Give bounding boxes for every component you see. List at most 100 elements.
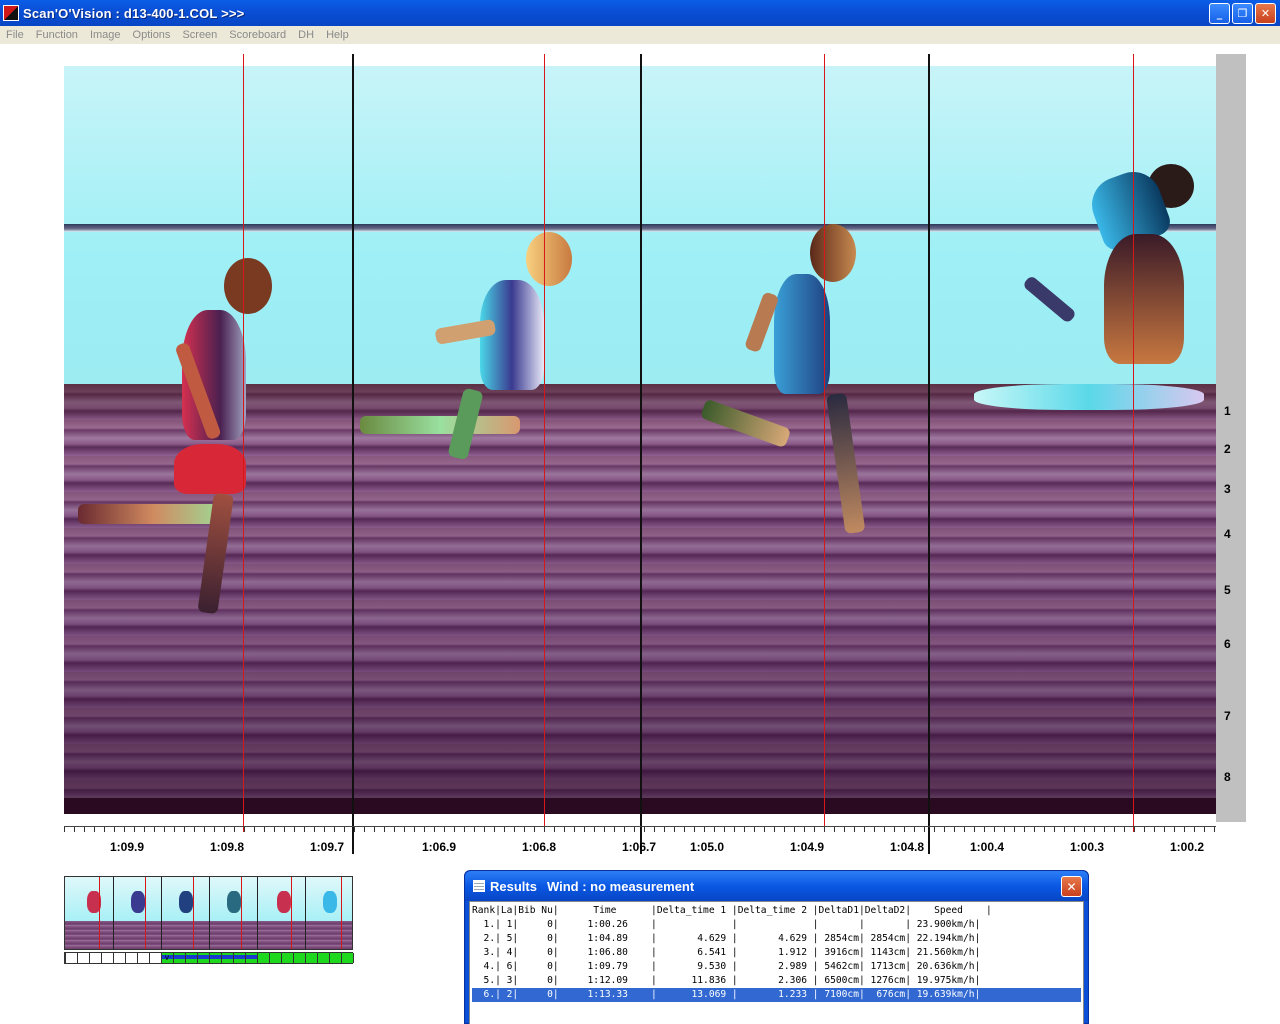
table-row[interactable]: 5.| 3| 0| 1:12.09 | 11.836 | 2.306 | 650…: [472, 974, 1081, 988]
scale-tick: [634, 827, 635, 832]
scale-tick: [1034, 827, 1035, 832]
results-header-row: Rank|La|Bib Nu| Time |Delta_time 1 |Delt…: [472, 905, 992, 916]
thumbnail-overview[interactable]: [64, 876, 353, 950]
scale-tick: [834, 827, 835, 832]
scale-tick: [204, 827, 205, 832]
minimize-button[interactable]: _: [1209, 3, 1230, 24]
scale-tick: [794, 827, 795, 832]
window-controls: _ ❐ ✕: [1209, 3, 1276, 24]
scale-tick: [714, 827, 715, 832]
scale-tick: [234, 827, 235, 832]
app-icon[interactable]: [3, 5, 19, 21]
scale-tick: [884, 827, 885, 832]
scale-tick: [1194, 827, 1195, 832]
thumbnail-tick: [65, 953, 66, 963]
segment-divider: [928, 54, 930, 854]
scale-tick: [464, 827, 465, 832]
thumbnail-tick: [341, 953, 342, 963]
scale-tick: [894, 827, 895, 832]
table-row[interactable]: 3.| 4| 0| 1:06.80 | 6.541 | 1.912 | 3916…: [472, 946, 1081, 960]
results-table[interactable]: Rank|La|Bib Nu| Time |Delta_time 1 |Delt…: [469, 901, 1084, 1024]
scale-tick: [274, 827, 275, 832]
results-title-bar[interactable]: Results Wind : no measurement ✕: [465, 871, 1088, 901]
scale-tick: [264, 827, 265, 832]
menu-scoreboard[interactable]: Scoreboard: [223, 29, 292, 41]
scale-tick: [544, 827, 545, 832]
lane-label: 4: [1224, 527, 1231, 541]
scale-tick: [914, 827, 915, 832]
thumbnail-divider: [161, 877, 162, 949]
scale-tick: [624, 827, 625, 832]
scale-tick: [394, 827, 395, 832]
close-button[interactable]: ✕: [1255, 3, 1276, 24]
time-label: 1:06.9: [421, 840, 457, 854]
scale-tick: [904, 827, 905, 832]
scale-tick: [314, 827, 315, 832]
scale-tick: [1094, 827, 1095, 832]
scale-tick: [944, 827, 945, 832]
scale-tick: [1064, 827, 1065, 832]
finish-cursor-line[interactable]: [243, 54, 244, 832]
time-label: 1:09.8: [209, 840, 245, 854]
thumbnail-tick: [161, 953, 162, 963]
scale-tick: [754, 827, 755, 832]
scale-tick: [354, 827, 355, 832]
time-scale[interactable]: [64, 826, 1216, 832]
menu-file[interactable]: File: [0, 29, 30, 41]
table-row-selected[interactable]: 6.| 2| 0| 1:13.33 | 13.069 | 1.233 | 710…: [472, 988, 1081, 1002]
time-label: 1:06.7: [621, 840, 657, 854]
lane-label: 1: [1224, 404, 1231, 418]
time-label: 1:05.0: [689, 840, 725, 854]
results-window[interactable]: Results Wind : no measurement ✕ Rank|La|…: [464, 870, 1089, 1024]
time-label: 1:00.3: [1069, 840, 1105, 854]
table-row[interactable]: 2.| 5| 0| 1:04.89 | 4.629 | 4.629 | 2854…: [472, 932, 1081, 946]
time-label: 1:04.8: [889, 840, 925, 854]
thumbnail-tick: [353, 953, 354, 963]
scale-tick: [574, 827, 575, 832]
thumbnail-runner: [227, 891, 241, 913]
menu-function[interactable]: Function: [30, 29, 84, 41]
thumbnail-tick: [269, 953, 270, 963]
menu-screen[interactable]: Screen: [176, 29, 223, 41]
finish-cursor-line[interactable]: [1133, 54, 1134, 832]
scale-tick: [254, 827, 255, 832]
lane-scrollbar[interactable]: [1216, 54, 1246, 822]
scale-tick: [84, 827, 85, 832]
scale-tick: [1184, 827, 1185, 832]
finish-cursor-line[interactable]: [544, 54, 545, 832]
scale-tick: [764, 827, 765, 832]
thumbnail-cursor: [193, 877, 194, 949]
scale-tick: [224, 827, 225, 832]
restore-button[interactable]: ❐: [1232, 3, 1253, 24]
scale-tick: [484, 827, 485, 832]
scale-tick: [94, 827, 95, 832]
menu-options[interactable]: Options: [127, 29, 177, 41]
title-bar: Scan'O'Vision : d13-400-1.COL >>> _ ❐ ✕: [0, 0, 1280, 26]
window-title: Scan'O'Vision : d13-400-1.COL >>>: [23, 5, 245, 21]
scale-tick: [1054, 827, 1055, 832]
menu-dh[interactable]: DH: [292, 29, 320, 41]
table-row[interactable]: 1.| 1| 0| 1:00.26 | | | | | 23.900km/h|: [472, 918, 1081, 932]
menu-help[interactable]: Help: [320, 29, 355, 41]
scale-tick: [824, 827, 825, 832]
results-close-button[interactable]: ✕: [1061, 876, 1082, 897]
scale-tick: [684, 827, 685, 832]
scale-tick: [554, 827, 555, 832]
scale-tick: [604, 827, 605, 832]
thumbnail-position-bar[interactable]: v: [64, 952, 354, 964]
time-label: 1:00.4: [969, 840, 1005, 854]
printer-icon[interactable]: [473, 880, 485, 892]
thumbnail-tick: [101, 953, 102, 963]
scale-tick: [974, 827, 975, 832]
scale-tick: [284, 827, 285, 832]
thumbnail-divider: [257, 877, 258, 949]
scale-tick: [1004, 827, 1005, 832]
scale-tick: [324, 827, 325, 832]
menu-image[interactable]: Image: [84, 29, 127, 41]
scale-tick: [1074, 827, 1075, 832]
thumbnail-tick: [209, 953, 210, 963]
table-row[interactable]: 4.| 6| 0| 1:09.79 | 9.530 | 2.989 | 5462…: [472, 960, 1081, 974]
scale-tick: [1154, 827, 1155, 832]
finish-cursor-line[interactable]: [824, 54, 825, 832]
thumbnail-cursor: [241, 877, 242, 949]
